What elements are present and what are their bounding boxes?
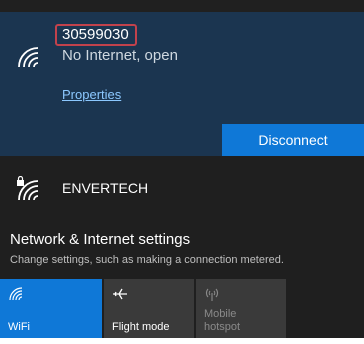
mobile-hotspot-label: Mobile hotspot (204, 308, 240, 334)
wifi-signal-icon (18, 47, 39, 68)
hotspot-label-line2: hotspot (204, 321, 241, 333)
network-status-text: No Internet, open (62, 47, 178, 64)
disconnect-button[interactable]: Disconnect (222, 124, 364, 156)
wifi-toggle-tile[interactable]: WiFi (0, 279, 102, 338)
hotspot-label-line1: Mobile (204, 308, 237, 320)
wifi-tile-label: WiFi (8, 321, 30, 333)
hotspot-icon (205, 288, 219, 301)
network-settings-description: Change settings, such as making a connec… (10, 254, 284, 266)
properties-link[interactable]: Properties (62, 87, 121, 103)
active-network-ssid: 30599030 (62, 26, 129, 43)
flight-mode-label: Flight mode (112, 321, 170, 333)
network-ssid: ENVERTECH (62, 180, 149, 196)
wifi-icon (9, 287, 23, 301)
mobile-hotspot-tile[interactable]: Mobile hotspot (196, 279, 286, 338)
top-strip (0, 0, 364, 12)
airplane-icon (113, 288, 127, 300)
flight-mode-tile[interactable]: Flight mode (104, 279, 194, 338)
secured-wifi-icon (17, 176, 39, 201)
network-list-item[interactable]: ENVERTECH (0, 156, 364, 214)
network-settings-link[interactable]: Network & Internet settings (10, 231, 190, 249)
network-flyout: 30599030 No Internet, open Properties Di… (0, 0, 364, 338)
bottom-strip (0, 338, 364, 344)
